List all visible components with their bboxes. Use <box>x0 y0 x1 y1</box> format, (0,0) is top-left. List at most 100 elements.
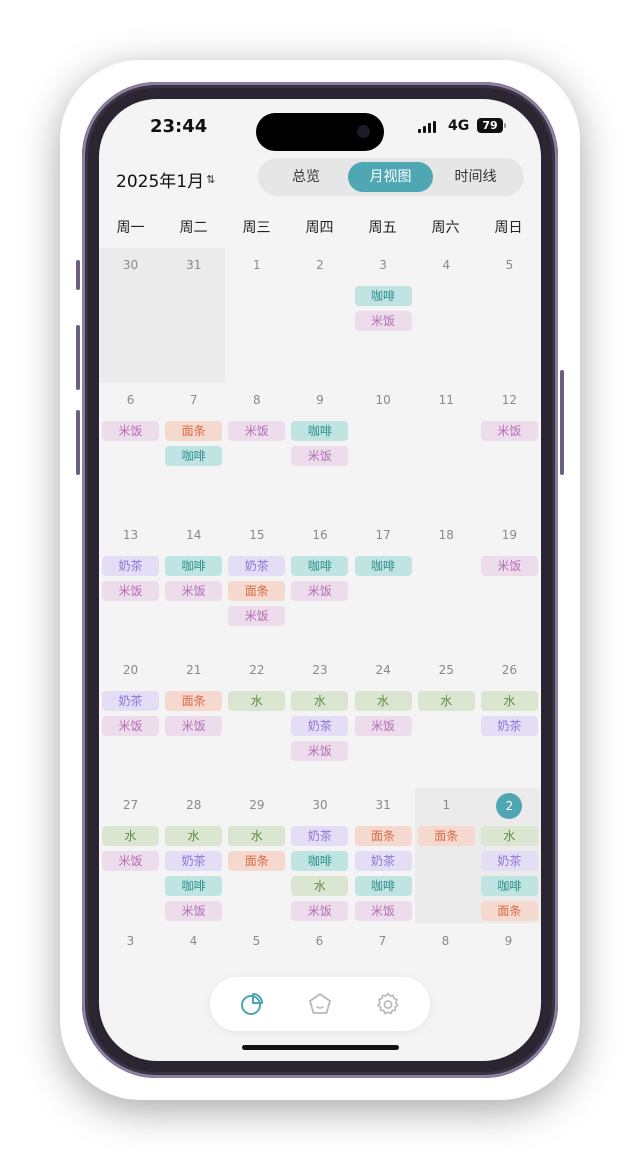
calendar-day-cell[interactable]: 9 咖啡 米饭 <box>288 383 351 518</box>
food-tag[interactable]: 咖啡 <box>480 876 538 896</box>
calendar-day-cell[interactable]: 14 咖啡 米饭 <box>162 518 225 653</box>
calendar-day-cell[interactable]: 11 <box>415 383 478 518</box>
food-tag[interactable]: 面条 <box>165 691 223 711</box>
food-tag[interactable]: 米饭 <box>480 421 538 441</box>
calendar-day-cell[interactable]: 12 米饭 <box>478 383 541 518</box>
food-tag[interactable]: 米饭 <box>354 311 412 331</box>
food-tag[interactable]: 米饭 <box>102 421 159 441</box>
calendar-day-cell[interactable]: 27 水米饭 <box>99 788 162 923</box>
food-tag[interactable]: 面条 <box>354 826 412 846</box>
month-selector[interactable]: 2025年1月 ⇅ <box>116 167 215 192</box>
day-number[interactable]: 9 <box>477 934 540 948</box>
food-tag[interactable]: 面条 <box>228 851 286 871</box>
day-number[interactable]: 8 <box>414 934 477 948</box>
calendar-day-cell[interactable]: 29 水面条 <box>225 788 288 923</box>
food-tag[interactable]: 咖啡 <box>165 446 223 466</box>
day-number[interactable]: 3 <box>99 934 162 948</box>
calendar-day-cell[interactable]: 2 水奶茶 咖啡 面条 <box>477 788 541 923</box>
food-tag[interactable]: 奶茶 <box>480 851 538 871</box>
tab-overview[interactable]: 总览 <box>264 162 348 192</box>
food-tag[interactable]: 米饭 <box>228 421 286 441</box>
calendar-day-cell[interactable]: 13 奶茶 米饭 <box>99 518 162 653</box>
food-tag[interactable]: 米饭 <box>228 606 286 626</box>
food-tag[interactable]: 咖啡 <box>354 876 412 896</box>
food-tag[interactable]: 米饭 <box>165 716 223 736</box>
food-tag[interactable]: 奶茶 <box>354 851 412 871</box>
food-tag[interactable]: 水 <box>291 876 349 896</box>
calendar-day-cell[interactable]: 26 水奶茶 <box>478 653 541 788</box>
food-tag[interactable]: 米饭 <box>102 581 159 601</box>
food-tag[interactable]: 米饭 <box>165 901 223 921</box>
tab-timeline[interactable]: 时间线 <box>433 162 518 192</box>
food-tag[interactable]: 奶茶 <box>102 556 159 576</box>
pentagon-face-icon[interactable] <box>307 991 333 1017</box>
food-tag[interactable]: 水 <box>417 691 475 711</box>
food-tag[interactable]: 面条 <box>165 421 223 441</box>
calendar-day-cell[interactable]: 30 奶茶 咖啡水米饭 <box>288 788 351 923</box>
food-tag[interactable]: 水 <box>102 826 159 846</box>
day-number[interactable]: 6 <box>288 934 351 948</box>
calendar-day-cell[interactable]: 28 水奶茶 咖啡 米饭 <box>162 788 225 923</box>
food-tag[interactable]: 奶茶 <box>102 691 159 711</box>
food-tag[interactable]: 咖啡 <box>354 286 412 306</box>
calendar-day-cell[interactable]: 17 咖啡 <box>352 518 415 653</box>
food-tag[interactable]: 水 <box>354 691 412 711</box>
food-tag[interactable]: 水 <box>228 826 286 846</box>
food-tag[interactable]: 咖啡 <box>291 556 349 576</box>
calendar-day-cell[interactable]: 4 <box>415 248 478 383</box>
food-tag[interactable]: 奶茶 <box>291 826 349 846</box>
food-tag[interactable]: 米饭 <box>480 556 538 576</box>
tab-month-view[interactable]: 月视图 <box>348 162 433 192</box>
food-tag[interactable]: 水 <box>291 691 349 711</box>
food-tag[interactable]: 奶茶 <box>480 716 538 736</box>
food-tag[interactable]: 面条 <box>228 581 286 601</box>
calendar-day-cell[interactable]: 23 水奶茶 米饭 <box>288 653 351 788</box>
calendar-day-cell[interactable]: 30 <box>99 248 163 383</box>
calendar-day-cell[interactable]: 7 面条 咖啡 <box>162 383 225 518</box>
calendar-day-cell[interactable]: 25 水 <box>415 653 478 788</box>
food-tag[interactable]: 米饭 <box>102 851 159 871</box>
calendar-day-cell[interactable]: 1 <box>225 248 288 383</box>
calendar-day-cell[interactable]: 20 奶茶 米饭 <box>99 653 162 788</box>
gear-icon[interactable] <box>375 991 401 1017</box>
food-tag[interactable]: 面条 <box>417 826 475 846</box>
calendar-day-cell[interactable]: 6 米饭 <box>99 383 162 518</box>
calendar-day-cell[interactable]: 18 <box>415 518 478 653</box>
calendar-day-cell[interactable]: 22 水 <box>225 653 288 788</box>
food-tag[interactable]: 面条 <box>480 901 538 921</box>
food-tag[interactable]: 奶茶 <box>291 716 349 736</box>
calendar-day-cell[interactable]: 2 <box>288 248 351 383</box>
food-tag[interactable]: 米饭 <box>291 901 349 921</box>
day-number[interactable]: 4 <box>162 934 225 948</box>
calendar-day-cell[interactable]: 21 面条 米饭 <box>162 653 225 788</box>
food-tag[interactable]: 米饭 <box>291 581 349 601</box>
calendar-day-cell[interactable]: 31 面条 奶茶 咖啡 米饭 <box>352 788 415 923</box>
calendar-day-cell[interactable]: 16 咖啡 米饭 <box>288 518 351 653</box>
food-tag[interactable]: 米饭 <box>354 901 412 921</box>
chart-pie-icon[interactable] <box>239 991 265 1017</box>
calendar-day-cell[interactable]: 8 米饭 <box>225 383 288 518</box>
food-tag[interactable]: 咖啡 <box>354 556 412 576</box>
food-tag[interactable]: 咖啡 <box>291 421 349 441</box>
food-tag[interactable]: 奶茶 <box>165 851 223 871</box>
calendar-day-cell[interactable]: 10 <box>352 383 415 518</box>
food-tag[interactable]: 米饭 <box>354 716 412 736</box>
day-number[interactable]: 5 <box>225 934 288 948</box>
food-tag[interactable]: 咖啡 <box>165 876 223 896</box>
food-tag[interactable]: 水 <box>165 826 223 846</box>
day-number[interactable]: 7 <box>351 934 414 948</box>
food-tag[interactable]: 咖啡 <box>291 851 349 871</box>
food-tag[interactable]: 水 <box>480 691 538 711</box>
calendar-day-cell[interactable]: 31 <box>162 248 226 383</box>
calendar-day-cell[interactable]: 15 奶茶 面条 米饭 <box>225 518 288 653</box>
food-tag[interactable]: 水 <box>480 826 538 846</box>
food-tag[interactable]: 米饭 <box>291 741 349 761</box>
calendar-day-cell[interactable]: 24 水米饭 <box>352 653 415 788</box>
calendar-day-cell[interactable]: 3 咖啡 米饭 <box>352 248 415 383</box>
food-tag[interactable]: 米饭 <box>102 716 159 736</box>
food-tag[interactable]: 水 <box>228 691 286 711</box>
food-tag[interactable]: 奶茶 <box>228 556 286 576</box>
food-tag[interactable]: 咖啡 <box>165 556 223 576</box>
calendar-day-cell[interactable]: 5 <box>478 248 541 383</box>
calendar-day-cell[interactable]: 1 面条 <box>414 788 478 923</box>
